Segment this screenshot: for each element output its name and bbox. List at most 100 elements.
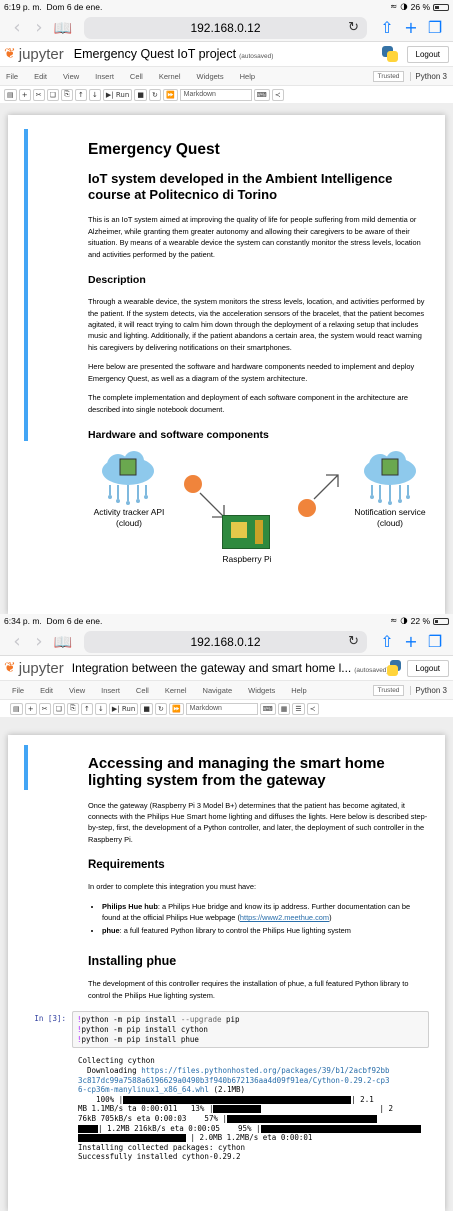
add-cell-icon[interactable]: + <box>24 702 37 715</box>
fast-forward-icon[interactable]: ⏩ <box>168 702 184 715</box>
new-tab-icon[interactable]: + <box>399 632 423 651</box>
add-cell-icon[interactable]: + <box>18 88 31 101</box>
jupyter-logo[interactable]: ❦ jupyter <box>4 660 64 677</box>
calculator-icon[interactable]: ▦ <box>277 702 291 715</box>
paste-icon[interactable]: ⎘ <box>66 702 79 715</box>
notebook-toolbar: ▤ + ✂ ❏ ⎘ ↑ ↓ ▶| Run ■ ↻ ⏩ Markdown ⌨ ▦ … <box>0 700 453 717</box>
menu-insert[interactable]: Insert <box>95 72 114 81</box>
tabs-icon[interactable]: ❐ <box>423 18 447 37</box>
architecture-diagram: Activity tracker API (cloud) Raspberry P… <box>8 451 445 564</box>
menu-file[interactable]: File <box>12 686 24 695</box>
menu-kernel[interactable]: Kernel <box>159 72 181 81</box>
trusted-indicator[interactable]: Trusted <box>372 70 405 82</box>
move-up-icon[interactable]: ↑ <box>80 702 93 715</box>
menu-widgets[interactable]: Widgets <box>248 686 275 695</box>
code-cell[interactable]: In [3]: !python -m pip install --upgrade… <box>8 1011 445 1049</box>
fast-forward-icon[interactable]: ⏩ <box>162 88 178 101</box>
safari-toolbar: ‹ › 📖 192.168.0.12 ↻ ⇧ + ❐ <box>0 14 453 42</box>
status-date: Dom 6 de ene. <box>46 616 103 626</box>
move-down-icon[interactable]: ↓ <box>94 702 107 715</box>
forward-icon[interactable]: › <box>28 17 50 38</box>
move-down-icon[interactable]: ↓ <box>88 88 101 101</box>
kernel-indicator: Python 3 <box>410 71 447 81</box>
menu-edit[interactable]: Edit <box>40 686 53 695</box>
keyboard-icon[interactable]: ⌨ <box>259 702 276 715</box>
markdown-cell-intro[interactable]: Accessing and managing the smart home li… <box>24 745 445 790</box>
logout-button[interactable]: Logout <box>406 659 449 677</box>
cut-icon[interactable]: ✂ <box>32 88 45 101</box>
cell-type-select[interactable]: Markdown <box>185 702 258 715</box>
share-icon[interactable]: ⇧ <box>375 632 399 651</box>
progress-bar <box>227 1115 378 1123</box>
logout-button[interactable]: Logout <box>406 45 449 63</box>
requirements-list: Philips Hue hub: a Philips Hue bridge an… <box>102 901 429 936</box>
menu-insert[interactable]: Insert <box>101 686 120 695</box>
run-button[interactable]: ▶| Run <box>108 702 139 715</box>
reload-icon[interactable]: ↻ <box>348 634 359 649</box>
tabs-icon[interactable]: ❐ <box>423 632 447 651</box>
code-editor[interactable]: !python -m pip install --upgrade pip !py… <box>72 1011 429 1049</box>
markdown-cell[interactable]: Emergency Quest IoT system developed in … <box>24 129 445 442</box>
description-paragraph: Through a wearable device, the system mo… <box>88 297 425 352</box>
bookmarks-icon[interactable]: 📖 <box>50 633 76 651</box>
jupyter-logo[interactable]: ❦ jupyter <box>4 46 64 63</box>
back-icon[interactable]: ‹ <box>6 17 28 38</box>
requirements-intro: In order to complete this integration yo… <box>88 882 257 892</box>
markdown-cell-body[interactable]: Once the gateway (Raspberry Pi 3 Model B… <box>8 800 445 1002</box>
meethue-link[interactable]: https://www2.meethue.com <box>240 913 329 922</box>
screenshot-smart-home-integration: 6:34 p. m. Dom 6 de ene. ≈ ◑ 22 % ‹ › 📖 … <box>0 614 453 1211</box>
notebook-area: Emergency Quest IoT system developed in … <box>0 103 453 614</box>
notebook-title[interactable]: Integration between the gateway and smar… <box>72 661 352 675</box>
paste-icon[interactable]: ⎘ <box>60 88 73 101</box>
menu-help[interactable]: Help <box>240 72 255 81</box>
wifi-icon: ≈ <box>390 616 398 626</box>
back-icon[interactable]: ‹ <box>6 631 28 652</box>
address-bar[interactable]: 192.168.0.12 ↻ <box>84 16 367 39</box>
notebook-title[interactable]: Emergency Quest IoT project <box>74 47 236 61</box>
menu-navigate[interactable]: Navigate <box>203 686 233 695</box>
install-paragraph: The development of this controller requi… <box>88 979 409 1000</box>
save-icon[interactable]: ▤ <box>10 702 23 715</box>
restart-icon[interactable]: ↻ <box>148 88 161 101</box>
jupyter-header: ❦ jupyter Emergency Quest IoT project (aut… <box>0 42 453 66</box>
forward-icon[interactable]: › <box>28 631 50 652</box>
python-logo-icon <box>381 45 399 63</box>
menu-help[interactable]: Help <box>291 686 306 695</box>
copy-icon[interactable]: ❏ <box>46 88 59 101</box>
notebook-page: Accessing and managing the smart home li… <box>8 735 445 1211</box>
menu-widgets[interactable]: Widgets <box>197 72 224 81</box>
menu-view[interactable]: View <box>69 686 85 695</box>
share-icon[interactable]: ⇧ <box>375 18 399 37</box>
move-up-icon[interactable]: ↑ <box>74 88 87 101</box>
intro-paragraph: This is an IoT system aimed at improving… <box>88 215 421 259</box>
menu-edit[interactable]: Edit <box>34 72 47 81</box>
trusted-indicator[interactable]: Trusted <box>372 684 405 696</box>
reload-icon[interactable]: ↻ <box>348 20 359 35</box>
heading-emergency-quest: Emergency Quest <box>88 141 220 158</box>
menu-file[interactable]: File <box>6 72 18 81</box>
menu-cell[interactable]: Cell <box>136 686 149 695</box>
lock-rotation-icon: ◑ <box>400 616 408 626</box>
save-icon[interactable]: ▤ <box>4 88 17 101</box>
cut-icon[interactable]: ✂ <box>38 702 51 715</box>
keyboard-icon[interactable]: ⌨ <box>253 88 270 101</box>
url-text: 192.168.0.12 <box>190 20 261 35</box>
menu-kernel[interactable]: Kernel <box>165 686 187 695</box>
copy-icon[interactable]: ❏ <box>52 702 65 715</box>
new-tab-icon[interactable]: + <box>399 18 423 37</box>
stop-icon[interactable]: ■ <box>134 88 147 101</box>
restart-icon[interactable]: ↻ <box>154 702 167 715</box>
kernel-indicator: Python 3 <box>410 685 447 695</box>
stop-icon[interactable]: ■ <box>140 702 153 715</box>
address-bar[interactable]: 192.168.0.12 ↻ <box>84 630 367 653</box>
cell-type-select[interactable]: Markdown <box>179 88 252 101</box>
bookmarks-icon[interactable]: 📖 <box>50 19 76 37</box>
components-paragraph: Here below are presented the software an… <box>88 362 415 383</box>
share-nb-icon[interactable]: ≺ <box>306 702 319 715</box>
share-nb-icon[interactable]: ≺ <box>271 88 284 101</box>
list-icon[interactable]: ☰ <box>292 702 305 715</box>
heading-requirements: Requirements <box>88 859 165 872</box>
menu-view[interactable]: View <box>63 72 79 81</box>
run-button[interactable]: ▶| Run <box>102 88 133 101</box>
menu-cell[interactable]: Cell <box>130 72 143 81</box>
